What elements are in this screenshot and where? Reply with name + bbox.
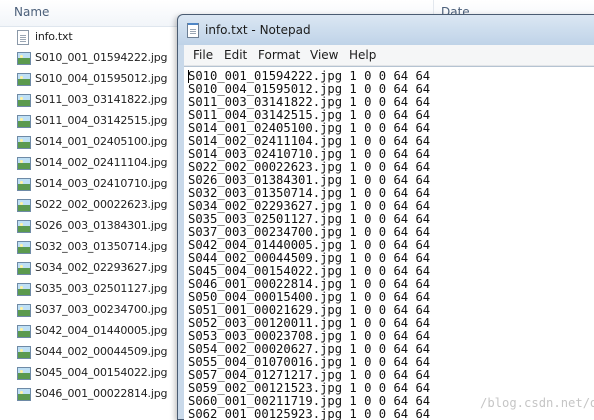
file-list-item[interactable]: S022_002_00022623.jpg [0, 195, 180, 216]
file-name: info.txt [35, 30, 73, 43]
file-list-item[interactable]: S046_001_00022814.jpg [0, 384, 180, 405]
file-list-item[interactable]: S044_002_00044509.jpg [0, 342, 180, 363]
text-line: S062_001_00125923.jpg 1 0 0 64 64 [188, 407, 431, 420]
image-file-icon [17, 304, 31, 317]
file-name: S010_004_01595012.jpg [35, 72, 168, 85]
name-column-header[interactable]: Name [14, 5, 49, 19]
image-file-icon [17, 388, 31, 401]
image-file-icon [17, 325, 31, 338]
file-name: S046_001_00022814.jpg [35, 387, 168, 400]
file-list-item[interactable]: S045_004_00154022.jpg [0, 363, 180, 384]
file-name: S011_003_03141822.jpg [35, 93, 168, 106]
file-list-item[interactable]: S010_004_01595012.jpg [0, 69, 180, 90]
file-list: info.txt S010_001_01594222.jpg S010_004_01… [0, 27, 180, 405]
file-name: S044_002_00044509.jpg [35, 345, 168, 358]
menu-edit[interactable]: Edit [224, 48, 247, 62]
title-bar[interactable]: info.txt - Notepad [178, 15, 594, 45]
image-file-icon [17, 73, 31, 86]
file-list-item[interactable]: S014_002_02411104.jpg [0, 153, 180, 174]
image-file-icon [17, 199, 31, 212]
file-list-item[interactable]: S014_001_02405100.jpg [0, 132, 180, 153]
file-list-item[interactable]: S026_003_01384301.jpg [0, 216, 180, 237]
file-list-item[interactable]: S011_004_03142515.jpg [0, 111, 180, 132]
file-name: S045_004_00154022.jpg [35, 366, 168, 379]
image-file-icon [17, 178, 31, 191]
image-file-icon [17, 241, 31, 254]
watermark-text: /blog.csdn.net/duhaomin [480, 396, 594, 410]
notepad-app-icon[interactable] [187, 23, 199, 38]
image-file-icon [17, 220, 31, 233]
image-file-icon [17, 367, 31, 380]
file-list-item[interactable]: S035_003_02501127.jpg [0, 279, 180, 300]
file-list-item[interactable]: S034_002_02293627.jpg [0, 258, 180, 279]
file-list-item[interactable]: S037_003_00234700.jpg [0, 300, 180, 321]
file-name: S010_001_01594222.jpg [35, 51, 168, 64]
image-file-icon [17, 136, 31, 149]
file-name: S032_003_01350714.jpg [35, 240, 168, 253]
image-file-icon [17, 157, 31, 170]
file-list-item[interactable]: S042_004_01440005.jpg [0, 321, 180, 342]
menu-bar: File Edit Format View Help [184, 45, 594, 66]
menu-format[interactable]: Format [258, 48, 300, 62]
file-list-item[interactable]: S011_003_03141822.jpg [0, 90, 180, 111]
file-name: S014_002_02411104.jpg [35, 156, 168, 169]
window-title: info.txt - Notepad [205, 23, 311, 37]
image-file-icon [17, 283, 31, 296]
menu-view[interactable]: View [310, 48, 338, 62]
image-file-icon [17, 115, 31, 128]
file-list-item[interactable]: S014_003_02410710.jpg [0, 174, 180, 195]
file-list-item[interactable]: info.txt [0, 27, 180, 48]
image-file-icon [17, 346, 31, 359]
file-name: S014_001_02405100.jpg [35, 135, 168, 148]
file-list-item[interactable]: S032_003_01350714.jpg [0, 237, 180, 258]
notepad-window: info.txt - Notepad File Edit Format View… [177, 14, 594, 420]
menu-file[interactable]: File [193, 48, 213, 62]
file-name: S037_003_00234700.jpg [35, 303, 168, 316]
image-file-icon [17, 94, 31, 107]
image-file-icon [17, 262, 31, 275]
file-name: S011_004_03142515.jpg [35, 114, 168, 127]
text-file-icon [17, 30, 29, 45]
file-name: S035_003_02501127.jpg [35, 282, 168, 295]
file-list-item[interactable]: S010_001_01594222.jpg [0, 48, 180, 69]
file-name: S026_003_01384301.jpg [35, 219, 168, 232]
menu-help[interactable]: Help [349, 48, 376, 62]
file-name: S034_002_02293627.jpg [35, 261, 168, 274]
file-name: S014_003_02410710.jpg [35, 177, 168, 190]
file-name: S022_002_00022623.jpg [35, 198, 168, 211]
text-editor-area[interactable]: S010_001_01594222.jpg 1 0 0 64 64 S010_00… [184, 66, 594, 420]
image-file-icon [17, 52, 31, 65]
file-name: S042_004_01440005.jpg [35, 324, 168, 337]
